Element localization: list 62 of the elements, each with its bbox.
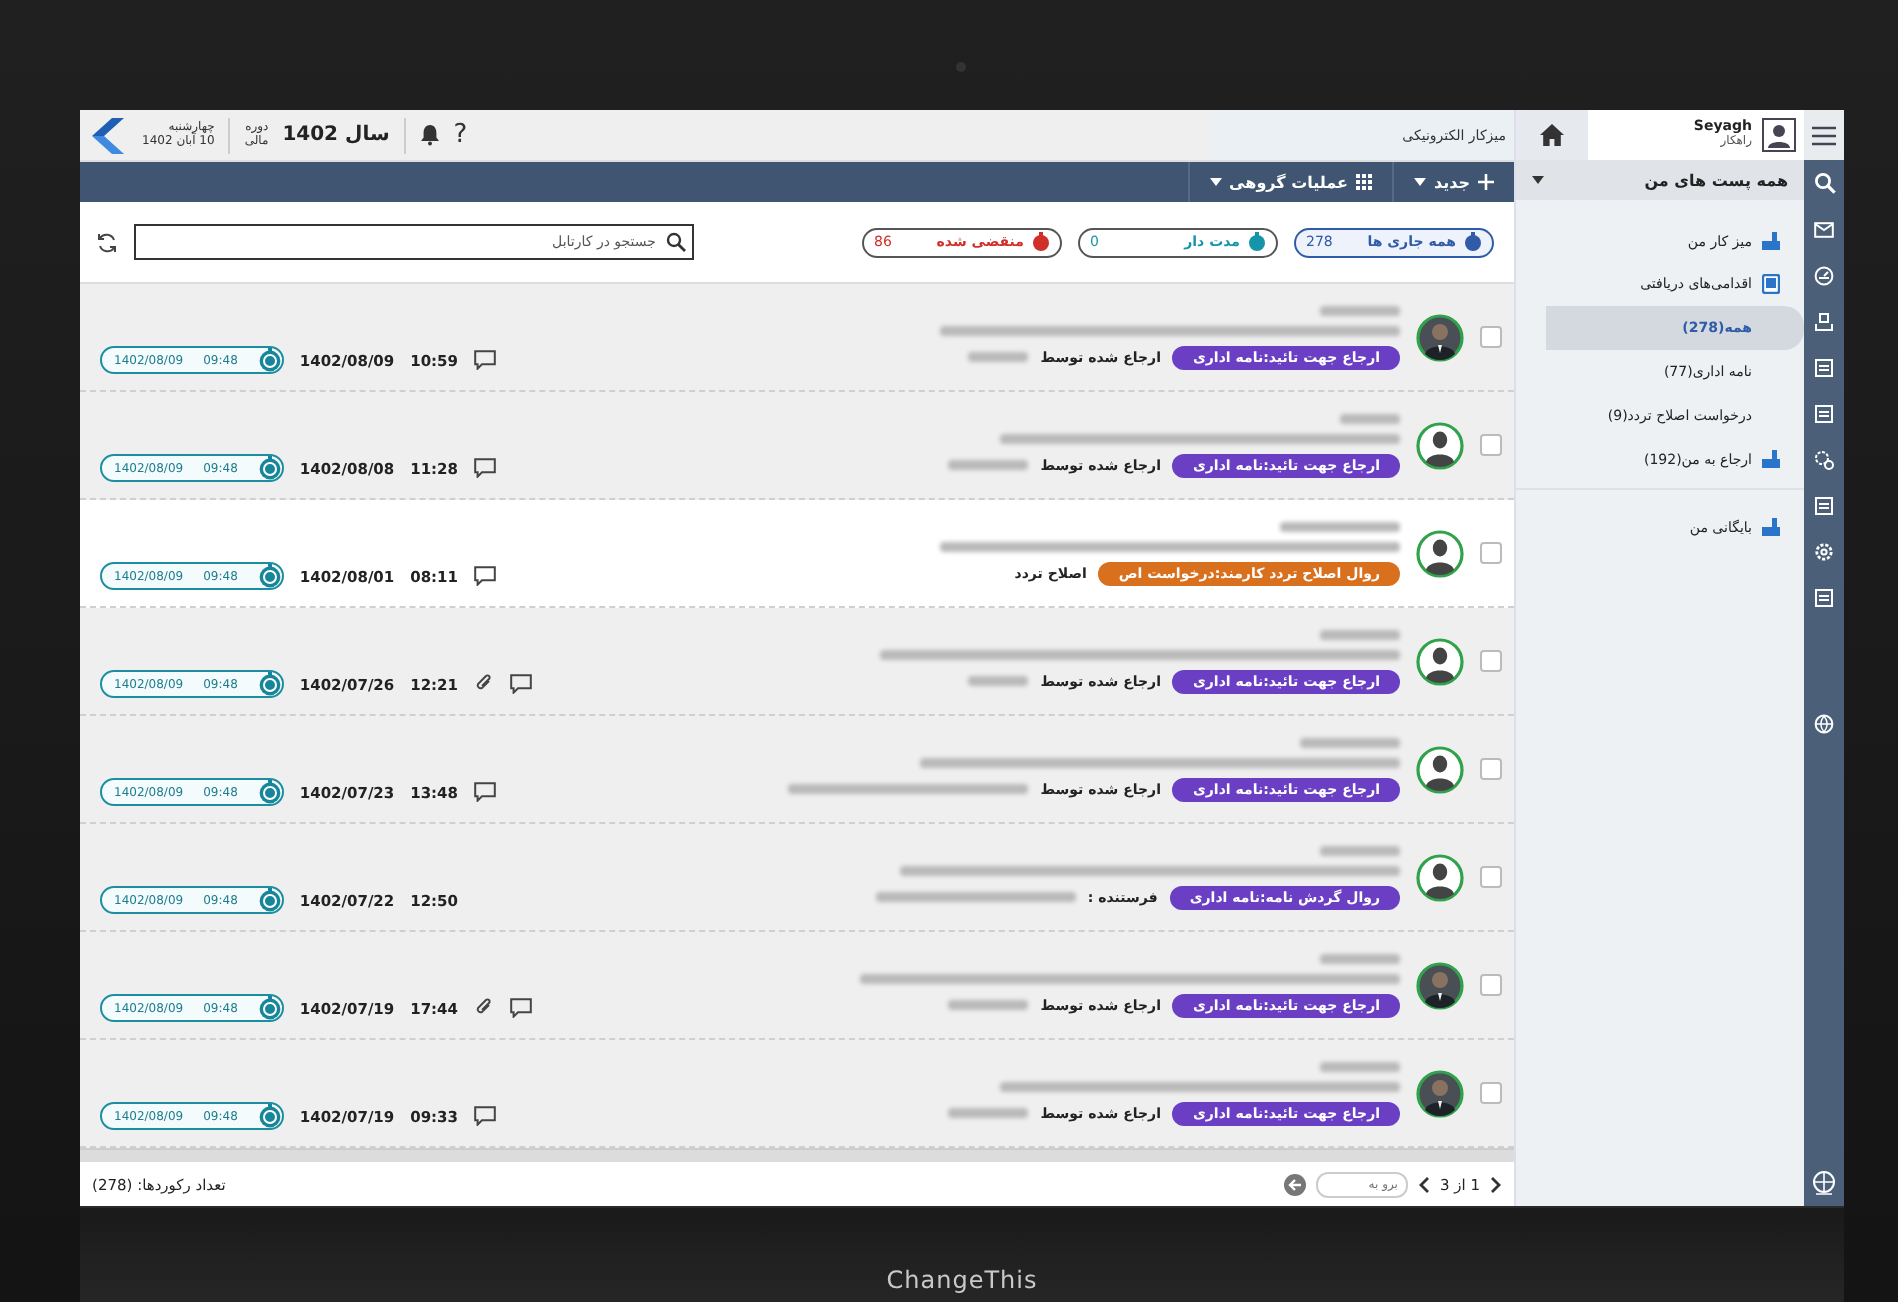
- timer-icon: [257, 672, 282, 696]
- search-icon[interactable]: [666, 232, 686, 252]
- caret-icon: [1209, 178, 1222, 186]
- blurred-text: [1320, 305, 1400, 315]
- comment-icon[interactable]: [510, 998, 532, 1018]
- plus-icon: [1478, 174, 1494, 190]
- checkbox[interactable]: [1480, 542, 1502, 564]
- blurred-text: [1280, 521, 1400, 531]
- comment-icon[interactable]: [474, 566, 496, 586]
- desk-icon: [1762, 518, 1780, 536]
- help-button[interactable]: ?: [453, 120, 468, 150]
- blurred-text: [1340, 413, 1400, 423]
- home-icon[interactable]: [1516, 110, 1588, 160]
- comment-icon[interactable]: [474, 350, 496, 370]
- blurred-text: [1320, 845, 1400, 855]
- timer-icon: [257, 564, 282, 588]
- comment-icon[interactable]: [474, 458, 496, 478]
- checkbox[interactable]: [1480, 326, 1502, 348]
- timer-icon: [257, 888, 282, 912]
- go-button[interactable]: [1283, 1173, 1306, 1195]
- logo-icon: [88, 117, 128, 153]
- blurred-text: [1300, 737, 1400, 747]
- caret-icon: [1532, 176, 1544, 184]
- timer-icon: [257, 996, 282, 1020]
- paperclip-icon[interactable]: [474, 998, 494, 1018]
- user-icon: [1762, 118, 1796, 152]
- comment-icon[interactable]: [474, 1106, 496, 1126]
- timer-icon: [257, 348, 282, 372]
- blurred-text: [948, 1000, 1029, 1010]
- refresh-icon[interactable]: [96, 231, 118, 253]
- checkbox[interactable]: [1480, 866, 1502, 888]
- blurred-text: [1320, 1061, 1400, 1071]
- timer-icon: [257, 1104, 282, 1128]
- blurred-text: [948, 1108, 1029, 1118]
- grid-icon: [1355, 174, 1372, 190]
- next-page-icon[interactable]: [1417, 1175, 1430, 1193]
- comment-icon[interactable]: [510, 674, 532, 694]
- blurred-text: [948, 460, 1029, 470]
- caret-icon: [1413, 178, 1426, 186]
- desk-icon: [1762, 232, 1780, 250]
- checkbox[interactable]: [1480, 650, 1502, 672]
- comment-icon[interactable]: [474, 782, 496, 802]
- scrollbar[interactable]: [80, 1148, 1514, 1162]
- menu-icon[interactable]: [1804, 110, 1844, 160]
- previous-page-icon[interactable]: [1490, 1175, 1502, 1193]
- blurred-text: [1320, 629, 1400, 639]
- device-label: ChangeThis: [886, 1266, 1038, 1294]
- blurred-text: [1320, 953, 1400, 963]
- timer-icon: [257, 456, 282, 480]
- desk-icon: [1762, 450, 1780, 468]
- timer-icon: [257, 780, 282, 804]
- checkbox[interactable]: [1480, 434, 1502, 456]
- checkbox[interactable]: [1480, 974, 1502, 996]
- blurred-text: [968, 676, 1029, 686]
- checkbox[interactable]: [1480, 1082, 1502, 1104]
- paperclip-icon[interactable]: [474, 674, 494, 694]
- bell-icon[interactable]: [419, 124, 440, 146]
- fiscal-year: سال 1402: [282, 124, 390, 146]
- blurred-text: [968, 352, 1029, 362]
- posts-dropdown[interactable]: همه پست های من: [1516, 160, 1804, 200]
- tablet-icon: [1762, 274, 1780, 294]
- checkbox[interactable]: [1480, 758, 1502, 780]
